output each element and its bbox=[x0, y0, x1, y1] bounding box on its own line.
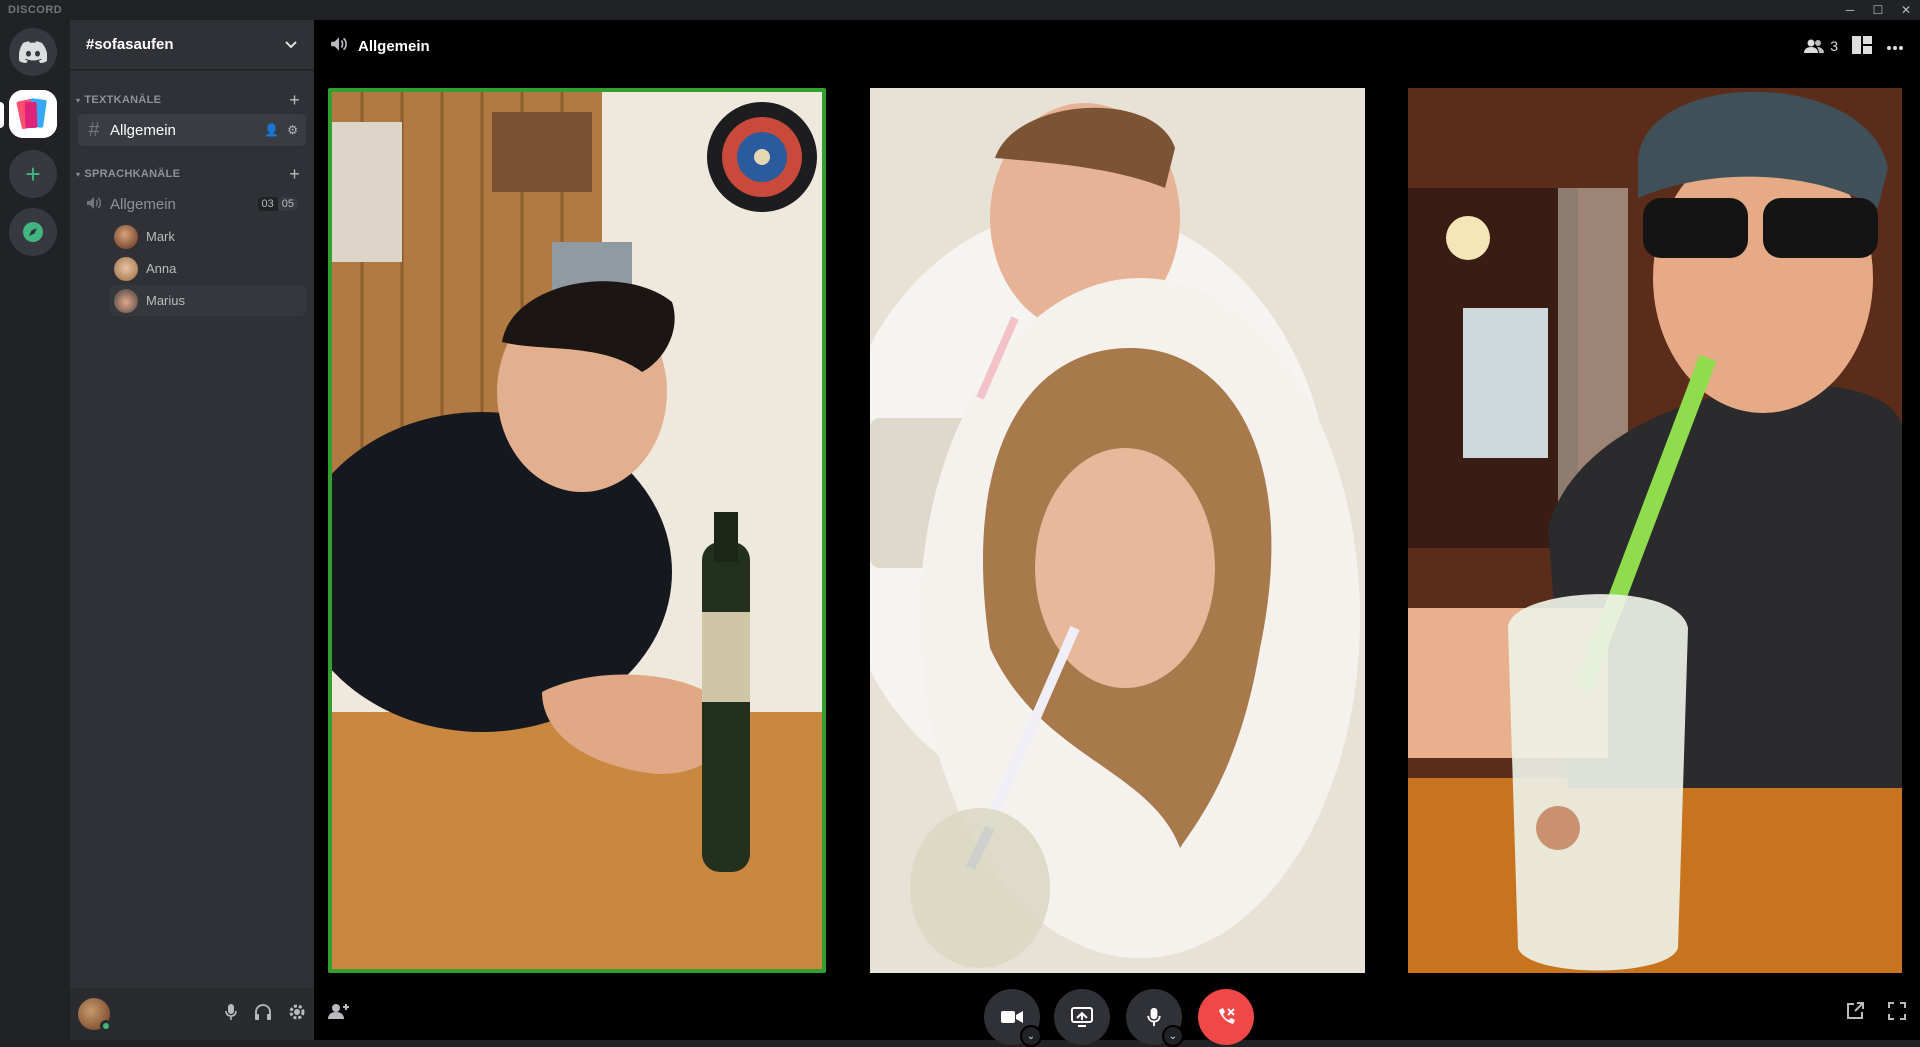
call-header: Allgemein 3 bbox=[314, 20, 1920, 72]
avatar bbox=[114, 224, 138, 249]
online-status-badge bbox=[100, 1020, 112, 1032]
speaker-icon bbox=[86, 193, 102, 216]
video-tile[interactable] bbox=[870, 88, 1365, 973]
participant-count: 3 bbox=[1830, 38, 1838, 54]
chevron-down-icon: ▾ bbox=[76, 95, 81, 105]
microphone-icon bbox=[1147, 1007, 1161, 1027]
voice-user-name: Marius bbox=[146, 293, 186, 308]
layout-grid-icon[interactable] bbox=[1852, 35, 1872, 57]
app-brand: DISCORD bbox=[8, 4, 63, 16]
voice-user-name: Mark bbox=[146, 229, 175, 244]
close-button[interactable]: ✕ bbox=[1892, 0, 1920, 20]
video-feed bbox=[332, 92, 822, 969]
home-button[interactable] bbox=[9, 28, 57, 76]
cards-logo-icon bbox=[9, 90, 57, 138]
avatar bbox=[114, 256, 138, 281]
server-header[interactable]: #sofasaufen bbox=[70, 20, 314, 70]
popout-icon[interactable] bbox=[1846, 1002, 1864, 1025]
gear-icon[interactable] bbox=[288, 1003, 306, 1026]
voice-user-name: Anna bbox=[146, 261, 177, 276]
server-rail: + bbox=[0, 20, 70, 1040]
avatar bbox=[114, 288, 138, 313]
hangup-button[interactable] bbox=[1198, 989, 1254, 1045]
chevron-down-icon bbox=[285, 40, 297, 48]
title-bar: DISCORD ─ ☐ ✕ bbox=[0, 0, 1920, 20]
call-title: Allgemein bbox=[358, 37, 430, 55]
speaker-icon bbox=[330, 36, 348, 57]
server-icon-sofasaufen[interactable] bbox=[9, 90, 57, 138]
server-name: #sofasaufen bbox=[86, 36, 174, 53]
create-text-channel-button[interactable]: + bbox=[289, 90, 300, 111]
gear-icon[interactable]: ⚙ bbox=[287, 123, 298, 137]
create-voice-channel-button[interactable]: + bbox=[289, 164, 300, 185]
voice-count-badge: 03 bbox=[257, 197, 278, 211]
channel-sidebar: #sofasaufen ▾ TEXTKANÄLE + # Allgemein 👤 … bbox=[70, 20, 314, 1040]
voice-user-limit-badge: 03 05 bbox=[257, 197, 298, 211]
more-horizontal-icon[interactable] bbox=[1886, 38, 1904, 54]
hash-icon: # bbox=[88, 118, 100, 141]
video-grid bbox=[328, 88, 1902, 973]
chevron-down-icon[interactable]: ⌄ bbox=[1020, 1025, 1042, 1047]
headphones-icon[interactable] bbox=[254, 1003, 272, 1026]
avatar[interactable] bbox=[78, 998, 112, 1032]
call-controls: ⌄ ⌄ bbox=[314, 980, 1920, 1047]
screen-share-icon bbox=[1071, 1007, 1093, 1027]
hangup-icon bbox=[1219, 1008, 1235, 1024]
screen-share-button[interactable] bbox=[1054, 989, 1110, 1045]
people-icon bbox=[1804, 39, 1825, 53]
explore-servers-button[interactable] bbox=[9, 208, 57, 256]
category-voice-label: SPRACHKANÄLE bbox=[84, 168, 181, 180]
video-tile[interactable] bbox=[1408, 88, 1902, 973]
chevron-down-icon: ▾ bbox=[76, 169, 81, 179]
invite-icon[interactable]: 👤 bbox=[264, 123, 279, 137]
call-view: Allgemein 3 ⌄ ⌄ bbox=[314, 20, 1920, 1047]
camera-toggle-button[interactable]: ⌄ bbox=[984, 989, 1042, 1047]
microphone-toggle-button[interactable]: ⌄ bbox=[1126, 989, 1184, 1047]
fullscreen-icon[interactable] bbox=[1888, 1002, 1906, 1025]
chevron-down-icon[interactable]: ⌄ bbox=[1162, 1025, 1184, 1047]
text-channel-allgemein[interactable]: # Allgemein 👤 ⚙ bbox=[78, 114, 306, 146]
category-text-label: TEXTKANÄLE bbox=[84, 94, 162, 106]
add-person-icon[interactable] bbox=[328, 1002, 350, 1025]
text-channel-label: Allgemein bbox=[110, 121, 176, 139]
voice-user-marius[interactable]: Marius bbox=[110, 285, 306, 316]
video-feed bbox=[870, 88, 1365, 973]
user-panel bbox=[70, 988, 314, 1040]
selected-server-indicator bbox=[0, 102, 4, 128]
compass-icon bbox=[23, 222, 43, 242]
category-voice[interactable]: ▾ SPRACHKANÄLE + bbox=[70, 164, 314, 184]
maximize-button[interactable]: ☐ bbox=[1864, 0, 1892, 20]
voice-user-anna[interactable]: Anna bbox=[110, 253, 306, 284]
participants-button[interactable]: 3 bbox=[1804, 38, 1838, 54]
video-feed bbox=[1408, 88, 1902, 973]
add-server-button[interactable]: + bbox=[9, 150, 57, 198]
discord-logo-icon bbox=[19, 41, 47, 63]
microphone-icon[interactable] bbox=[224, 1003, 238, 1026]
voice-limit-badge: 05 bbox=[277, 197, 298, 211]
video-camera-icon bbox=[1001, 1011, 1023, 1023]
window-controls: ─ ☐ ✕ bbox=[1836, 0, 1920, 20]
voice-user-mark[interactable]: Mark bbox=[110, 221, 306, 252]
voice-channel-allgemein[interactable]: Allgemein 03 05 bbox=[78, 188, 306, 220]
category-text[interactable]: ▾ TEXTKANÄLE + bbox=[70, 90, 314, 110]
video-tile-speaking[interactable] bbox=[328, 88, 826, 973]
voice-channel-label: Allgemein bbox=[110, 195, 176, 213]
plus-icon: + bbox=[25, 158, 41, 189]
minimize-button[interactable]: ─ bbox=[1836, 0, 1864, 20]
